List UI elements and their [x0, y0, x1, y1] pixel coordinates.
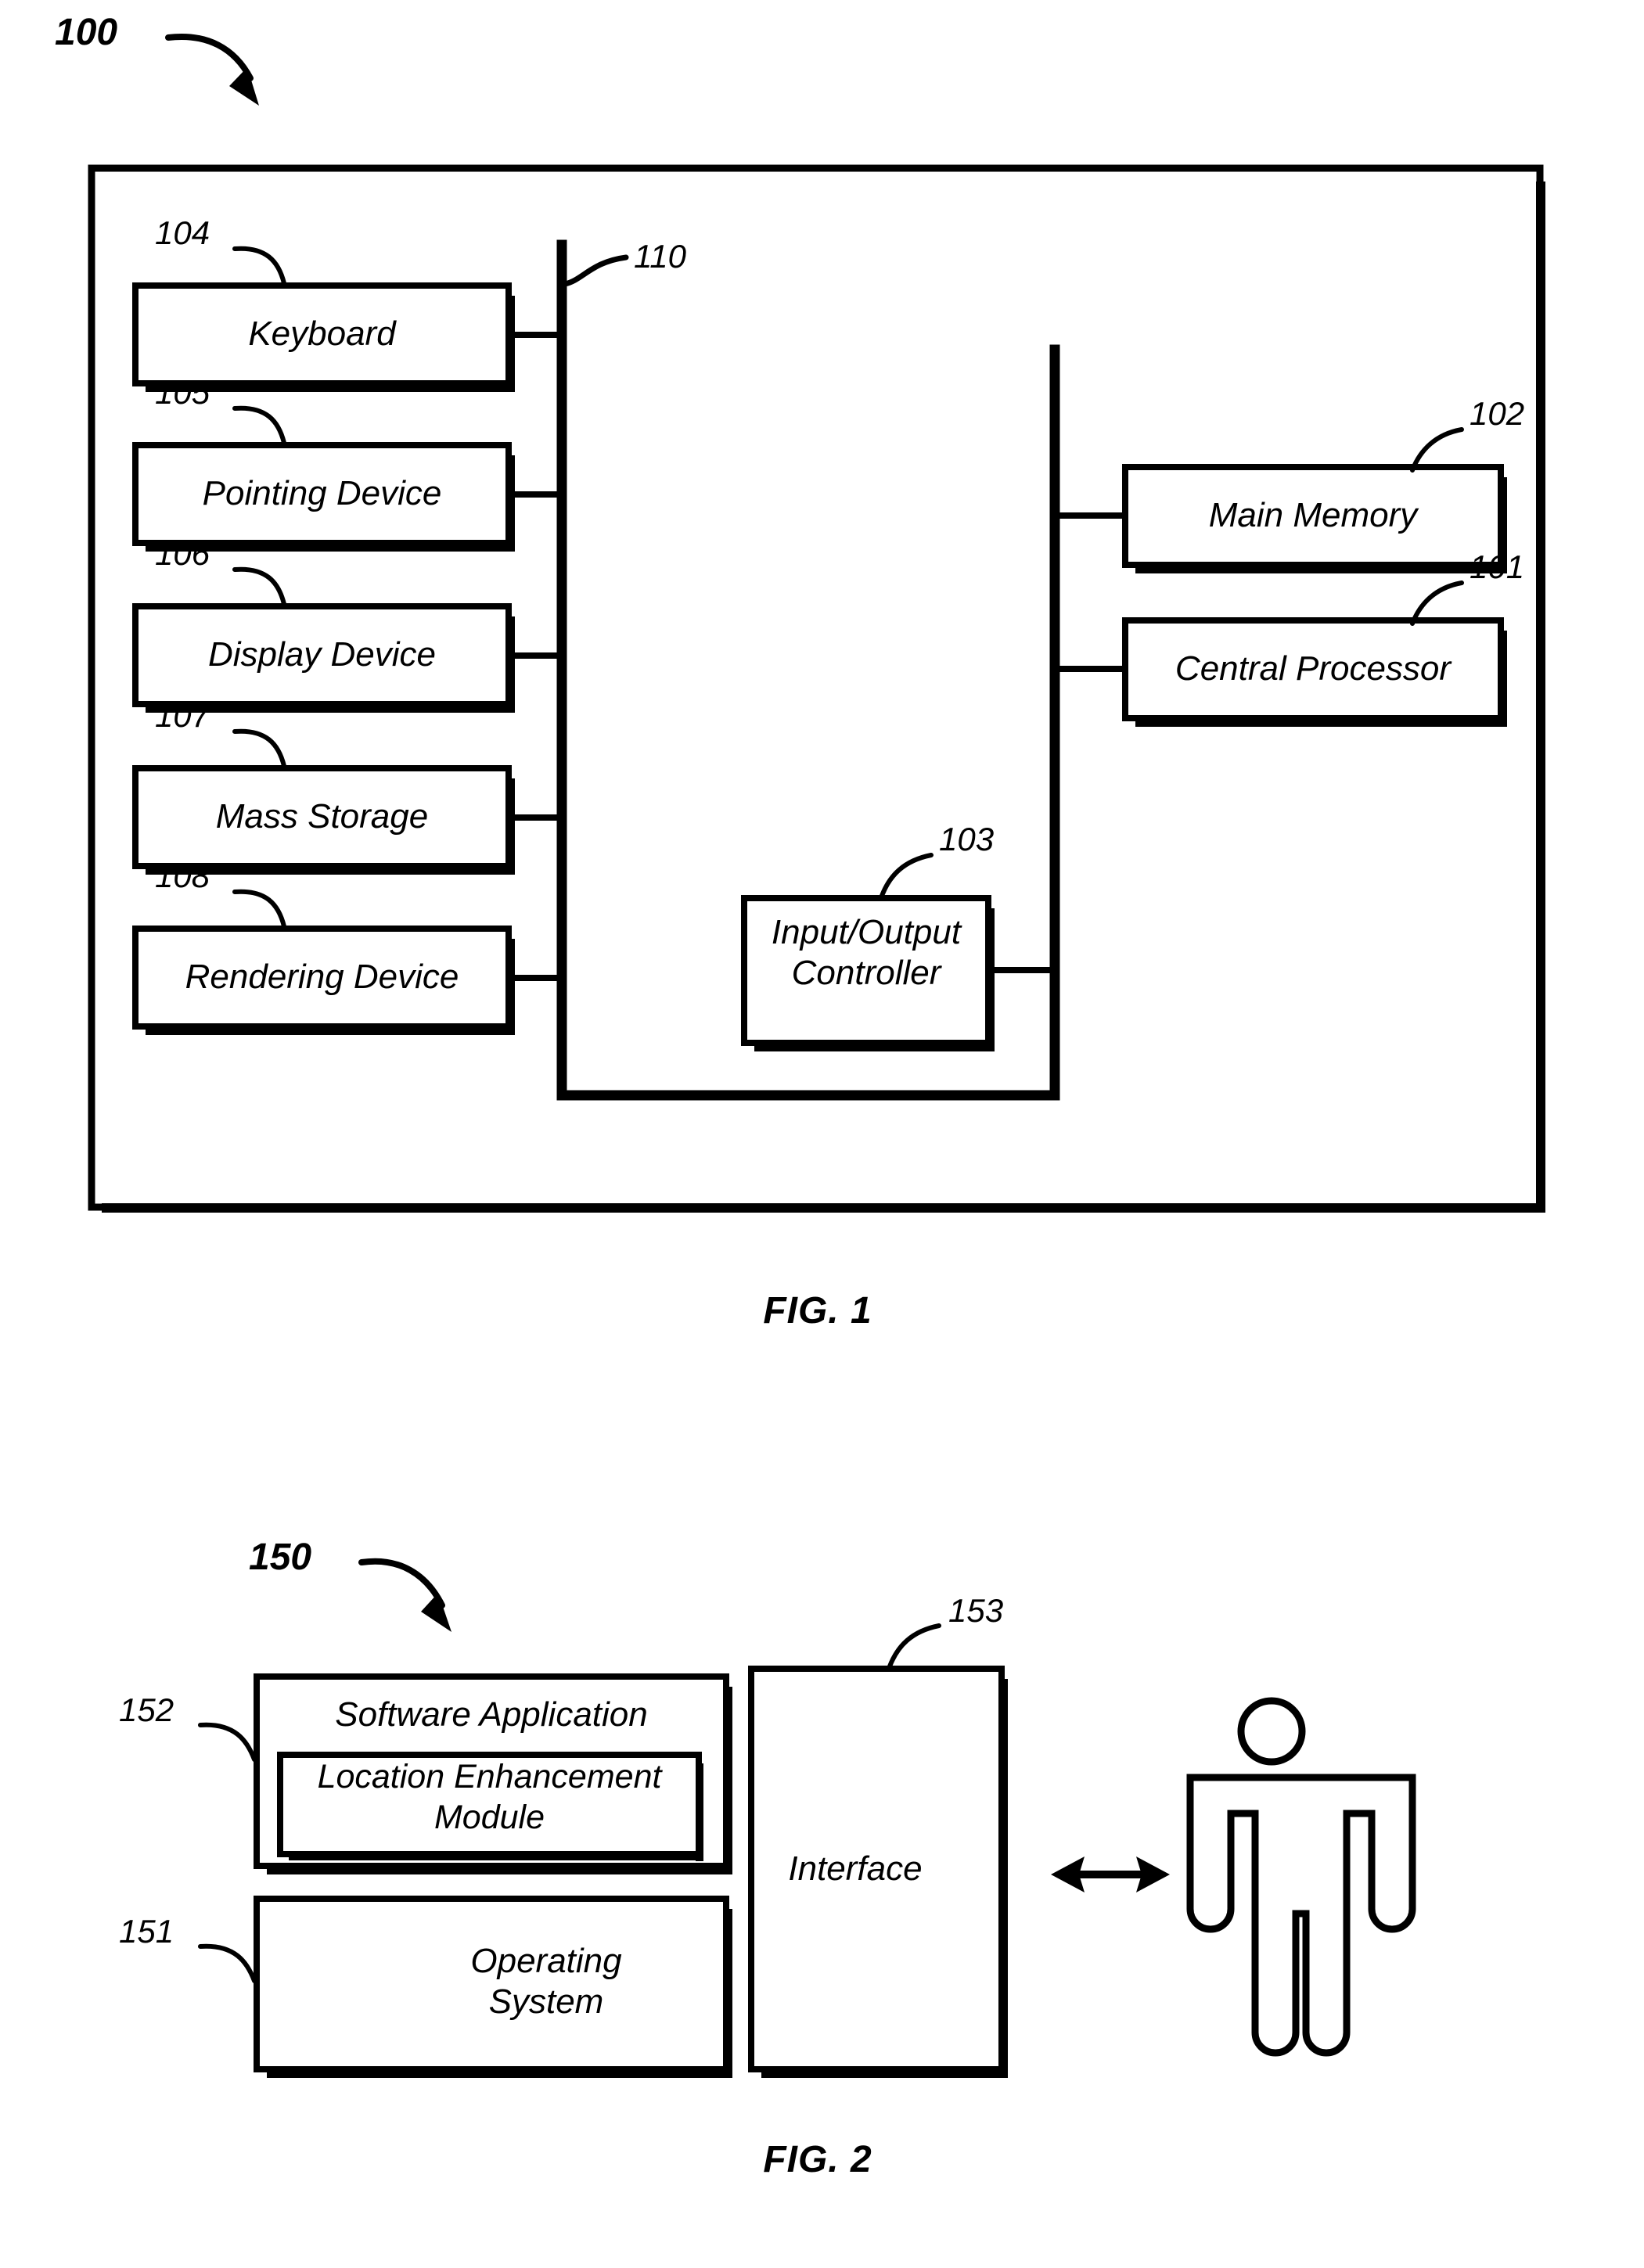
- rendering-device-leader: [232, 889, 286, 929]
- mass-storage-label: Mass Storage: [215, 797, 429, 836]
- main-memory-label: Main Memory: [1208, 496, 1418, 534]
- software-application-leader: [198, 1722, 257, 1762]
- ref-102: 102: [1470, 395, 1525, 432]
- ref-105: 105: [155, 374, 210, 411]
- user-figure: [1186, 1697, 1416, 2057]
- ref-104: 104: [155, 214, 210, 251]
- system-ref-100: 100: [55, 12, 118, 53]
- io-controller-leader: [880, 853, 934, 898]
- software-application-label: Software Application: [335, 1695, 648, 1734]
- location-module-label-line2: Module: [433, 1799, 545, 1836]
- main-memory-leader: [1410, 427, 1464, 473]
- ref-107: 107: [155, 697, 210, 734]
- ref-151: 151: [119, 1913, 174, 1950]
- operating-system-label-line2: System: [488, 1982, 604, 2021]
- patent-figure-sheet: 100 104 105 106 107 108 110 102 101 103 …: [0, 0, 1644, 2268]
- fig1-caption: FIG. 1: [763, 1290, 872, 1332]
- mass-storage-leader: [232, 728, 286, 768]
- ref-106: 106: [155, 535, 210, 572]
- io-controller-label-line1: Input/Output: [771, 913, 962, 951]
- location-module-label-line1: Location Enhancement: [317, 1758, 662, 1795]
- interface-leader: [887, 1623, 941, 1669]
- rendering-device-label: Rendering Device: [185, 958, 459, 996]
- central-processor-label: Central Processor: [1175, 649, 1452, 688]
- system-150-leader: [358, 1558, 451, 1632]
- ref-110: 110: [634, 238, 686, 275]
- keyboard-label: Keyboard: [248, 315, 396, 353]
- bus-110-leader: [562, 254, 629, 287]
- io-controller-label-line2: Controller: [791, 954, 941, 992]
- interface-label: Interface: [788, 1849, 923, 1888]
- operating-system-leader: [198, 1943, 257, 1983]
- ref-101: 101: [1470, 548, 1525, 585]
- central-processor-leader: [1410, 580, 1464, 626]
- fig2-caption: FIG. 2: [763, 2139, 872, 2180]
- bidirectional-arrow: [1051, 1856, 1170, 1892]
- display-device-leader: [232, 566, 286, 606]
- ref-152: 152: [119, 1691, 174, 1728]
- system-100-leader: [165, 34, 259, 106]
- operating-system-label-line1: Operating: [470, 1942, 622, 1980]
- ref-108: 108: [155, 857, 210, 894]
- system-ref-150: 150: [249, 1537, 312, 1578]
- ref-103: 103: [939, 821, 995, 857]
- pointing-device-leader: [232, 405, 286, 445]
- ref-153: 153: [948, 1592, 1004, 1629]
- keyboard-leader: [232, 246, 286, 286]
- display-device-label: Display Device: [208, 635, 436, 674]
- pointing-device-label: Pointing Device: [202, 474, 442, 512]
